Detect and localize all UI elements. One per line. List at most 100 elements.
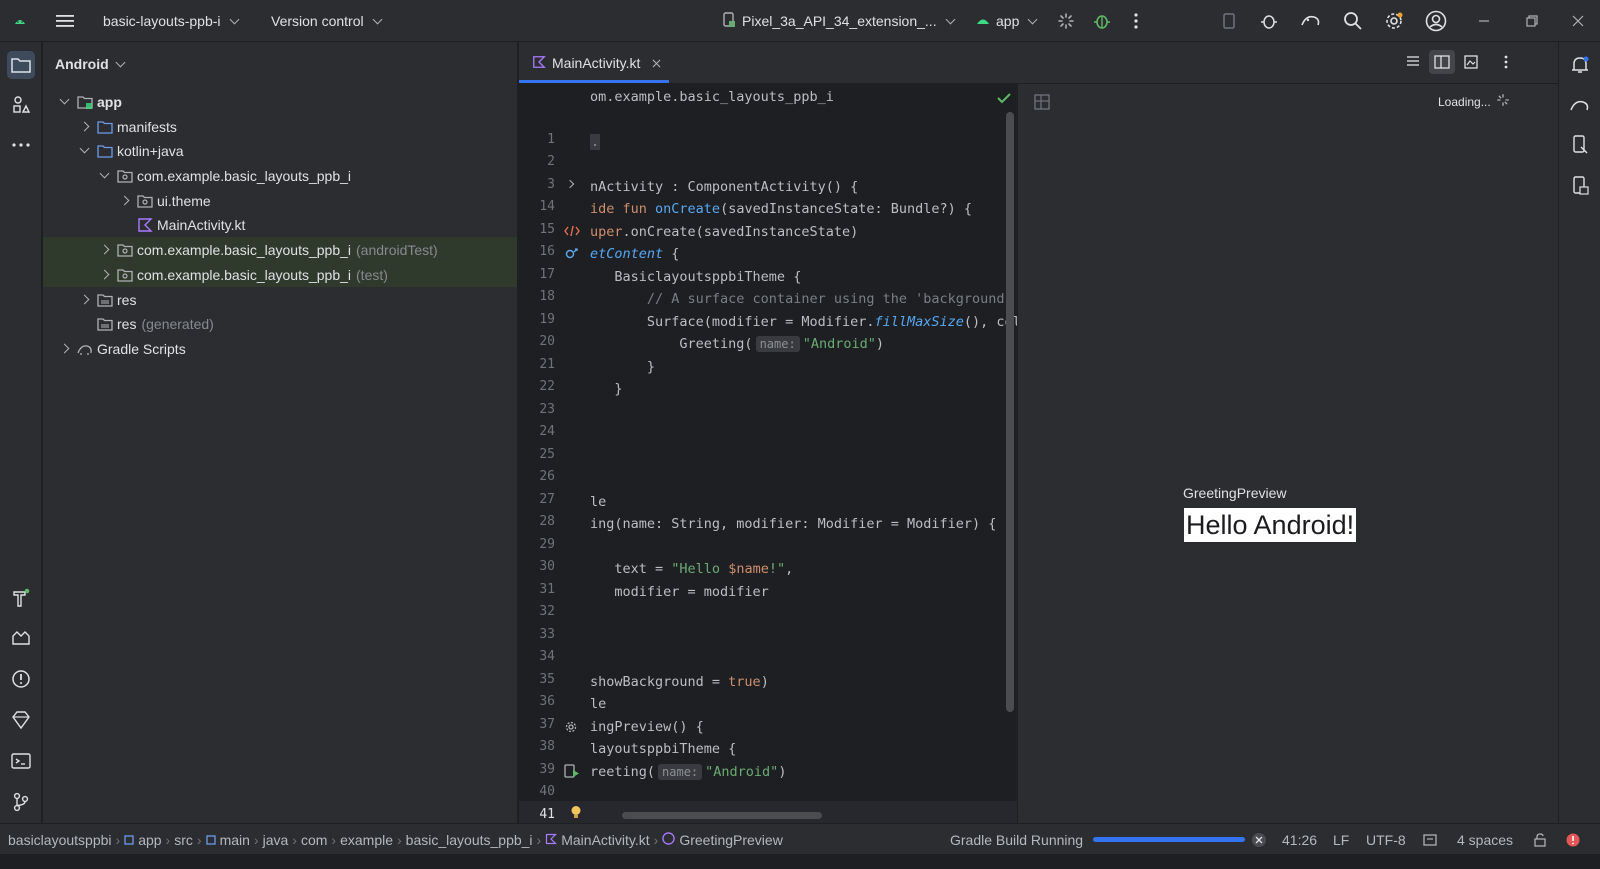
split-view-icon[interactable]: [1429, 50, 1455, 74]
breadcrumb-item[interactable]: app: [138, 832, 161, 848]
collapsed-arrow-icon[interactable]: [97, 243, 111, 257]
account-icon[interactable]: [1425, 0, 1447, 42]
version-control-menu[interactable]: Version control: [271, 0, 383, 42]
main-menu-icon[interactable]: [56, 0, 74, 42]
preview-layout-icon[interactable]: [1034, 94, 1050, 113]
no-problems-check-icon[interactable]: [997, 91, 1011, 107]
collapsed-arrow-icon[interactable]: [77, 120, 91, 134]
tree-item-res-generated[interactable]: res (generated): [43, 311, 517, 336]
breadcrumb-item[interactable]: example: [340, 832, 393, 848]
tree-item-res[interactable]: res: [43, 287, 517, 312]
gradle-sync-icon[interactable]: [1300, 0, 1322, 42]
code-line-23: }: [590, 359, 655, 375]
code-area[interactable]: om.example.basic_layouts_ppb_i . nActivi…: [590, 84, 1030, 854]
git-branch-icon[interactable]: [7, 788, 35, 816]
tree-item-gradle-scripts[interactable]: Gradle Scripts: [43, 336, 517, 361]
code-view-icon[interactable]: [1406, 55, 1420, 72]
fold-arrow-icon[interactable]: [565, 179, 575, 189]
expanded-arrow-icon[interactable]: [57, 94, 71, 109]
collapsed-arrow-icon[interactable]: [77, 293, 91, 307]
breadcrumb-item[interactable]: GreetingPreview: [679, 832, 783, 848]
design-view-icon[interactable]: [1464, 55, 1478, 72]
error-indicator-icon[interactable]: [1566, 824, 1580, 855]
code-text: nActivity : ComponentActivity() {: [590, 179, 859, 195]
editor-more-options-icon[interactable]: [1504, 55, 1508, 72]
search-icon[interactable]: [1343, 0, 1363, 42]
collapsed-arrow-icon[interactable]: [97, 268, 111, 282]
file-encoding-text: UTF-8: [1366, 831, 1406, 848]
caret-position[interactable]: 41:26: [1282, 824, 1317, 855]
readonly-toggle-icon[interactable]: [1423, 824, 1437, 855]
breadcrumb-item[interactable]: com: [301, 832, 327, 848]
breadcrumb-item[interactable]: java: [263, 832, 289, 848]
collapsed-arrow-icon[interactable]: [117, 194, 131, 208]
resource-manager-icon[interactable]: [7, 91, 35, 119]
terminal-icon[interactable]: [7, 747, 35, 775]
build-icon[interactable]: [7, 584, 35, 612]
gradle-icon[interactable]: [1566, 91, 1594, 119]
override-marker-icon[interactable]: [565, 246, 579, 262]
code-text: (savedInstanceState: Bundle?) {: [720, 201, 973, 217]
app-inspection-icon[interactable]: [7, 625, 35, 653]
more-options-icon[interactable]: [1134, 0, 1138, 42]
device-manager-icon[interactable]: [1566, 131, 1594, 159]
code-comment: // A surface container using the 'backgr…: [590, 291, 1029, 307]
preview-settings-gear-icon[interactable]: [565, 720, 577, 736]
tree-item-ui-theme[interactable]: ui.theme: [43, 188, 517, 213]
breadcrumb-item[interactable]: basiclayoutsppbi: [8, 832, 112, 848]
close-tab-icon[interactable]: [652, 55, 661, 71]
device-manager-icon[interactable]: [1219, 0, 1239, 42]
preview-render[interactable]: Hello Android!: [1184, 508, 1357, 542]
minimize-icon[interactable]: [1478, 0, 1490, 42]
run-config-selector[interactable]: app: [976, 0, 1038, 42]
breadcrumb-item[interactable]: basic_layouts_ppb_i: [406, 832, 533, 848]
cancel-task-icon[interactable]: [1251, 824, 1267, 855]
indent-setting[interactable]: 4 spaces: [1457, 824, 1513, 855]
problems-icon[interactable]: [7, 665, 35, 693]
tree-item-kotlin-java[interactable]: kotlin+java: [43, 138, 517, 163]
android-studio-logo-icon: [12, 0, 28, 42]
background-task[interactable]: Gradle Build Running: [950, 824, 1083, 855]
collapsed-arrow-icon[interactable]: [57, 342, 71, 356]
tab-mainactivity[interactable]: MainActivity.kt: [519, 42, 669, 84]
project-view-selector[interactable]: Android: [55, 42, 126, 86]
run-preview-icon[interactable]: [564, 764, 580, 781]
breadcrumb-item[interactable]: src: [174, 832, 193, 848]
project-folder-icon[interactable]: [7, 51, 35, 79]
breadcrumb-item[interactable]: main: [220, 832, 250, 848]
lock-icon[interactable]: [1533, 824, 1547, 855]
intention-bulb-icon[interactable]: [570, 805, 582, 822]
breadcrumb-item[interactable]: MainActivity.kt: [561, 832, 649, 848]
close-window-icon[interactable]: [1572, 0, 1584, 42]
code-line-22: Greeting(name: "Android"): [590, 336, 884, 352]
project-view-label: Android: [55, 56, 109, 72]
tree-item-manifests[interactable]: manifests: [43, 114, 517, 139]
notifications-icon[interactable]: [1566, 51, 1594, 79]
tree-item-app[interactable]: app: [43, 89, 517, 114]
settings-gear-icon[interactable]: [1384, 0, 1404, 42]
tree-item-package-test[interactable]: com.example.basic_layouts_ppb_i (test): [43, 262, 517, 287]
expanded-arrow-icon[interactable]: [97, 168, 111, 183]
function-icon: [662, 831, 676, 848]
vertical-scrollbar[interactable]: [1006, 112, 1014, 712]
project-name: basic-layouts-ppb-i: [103, 13, 221, 29]
running-devices-icon[interactable]: [1566, 172, 1594, 200]
restore-icon[interactable]: [1526, 0, 1538, 42]
tree-item-label: com.example.basic_layouts_ppb_i: [137, 241, 352, 258]
debug-icon[interactable]: [1093, 0, 1111, 42]
folded-imports[interactable]: .: [590, 134, 601, 150]
html-tag-icon[interactable]: [564, 224, 580, 240]
line-separator[interactable]: LF: [1333, 824, 1349, 855]
more-tools-icon[interactable]: [7, 131, 35, 159]
expanded-arrow-icon[interactable]: [77, 143, 91, 158]
caret-position-text: 41:26: [1282, 831, 1318, 848]
file-encoding[interactable]: UTF-8: [1366, 824, 1406, 855]
horizontal-scrollbar[interactable]: [622, 812, 822, 819]
project-selector[interactable]: basic-layouts-ppb-i: [103, 0, 239, 42]
bug-report-icon[interactable]: [1259, 0, 1279, 42]
tree-item-mainactivity[interactable]: MainActivity.kt: [43, 212, 517, 237]
tree-item-package[interactable]: com.example.basic_layouts_ppb_i: [43, 163, 517, 188]
gemini-icon[interactable]: [7, 706, 35, 734]
tree-item-package-androidtest[interactable]: com.example.basic_layouts_ppb_i (android…: [43, 237, 517, 262]
device-selector[interactable]: Pixel_3a_API_34_extension_...: [722, 0, 956, 42]
